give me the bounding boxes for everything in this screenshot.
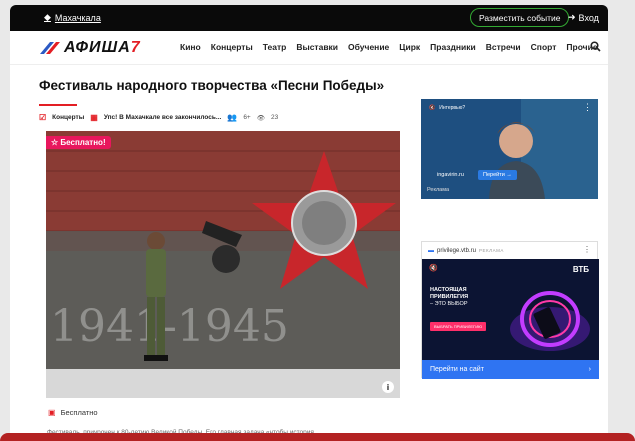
site-logo[interactable]: АФИША7: [38, 39, 141, 57]
login-icon: ➜: [568, 12, 576, 22]
event-meta: ☑ Концерты ▦ Упс! В Махачкале все законч…: [39, 113, 278, 122]
ad-top-line: 🔇 Интервью?: [429, 105, 465, 111]
mute-icon[interactable]: 🔇: [429, 105, 435, 111]
menu-item-concerts[interactable]: Концерты: [211, 42, 253, 52]
category-menu: Кино Концерты Театр Выставки Обучение Ци…: [180, 42, 598, 52]
ad-label: Реклама: [427, 187, 450, 193]
ad-header: ▬ privilege.vtb.ru РЕКЛАМА: [422, 242, 597, 259]
vtb-choose-button[interactable]: ВЫБРАТЬ ПРИВИЛЕГИЮ: [430, 322, 487, 331]
category-icon: ☑: [39, 113, 47, 122]
login-link[interactable]: ➜ Вход: [568, 12, 599, 23]
menu-item-theatre[interactable]: Театр: [263, 42, 287, 52]
age-icon: 👥: [227, 113, 238, 122]
logo-text: АФИША7: [64, 39, 141, 56]
event-photo-image: 1941-1945: [46, 131, 400, 398]
vtb-go-to-site[interactable]: Перейти на сайт ›: [422, 360, 599, 379]
info-icon[interactable]: i: [382, 381, 394, 393]
page-title: Фестиваль народного творчества «Песни По…: [39, 78, 385, 93]
location-icon: ◆: [44, 12, 51, 22]
ad-banner-vtb[interactable]: ▬ privilege.vtb.ru РЕКЛАМА ⋮ 🔇 ВТБ НАСТО…: [421, 241, 599, 379]
vtb-go-label: Перейти на сайт: [430, 366, 484, 373]
price-line: ▣ Бесплатно: [48, 408, 98, 417]
free-badge: ☆ Бесплатно!: [46, 136, 111, 149]
chevron-right-icon: ›: [588, 366, 591, 373]
city-name: Махачкала: [54, 12, 101, 23]
main-nav: АФИША7 Кино Концерты Театр Выставки Обуч…: [10, 31, 608, 65]
menu-item-sport[interactable]: Спорт: [531, 42, 557, 52]
vtb-logo: ВТБ: [572, 265, 589, 274]
event-photo[interactable]: 1941-1945 ☆ Бесплатно! i: [46, 131, 400, 398]
price-text: Бесплатно: [60, 408, 98, 417]
menu-item-exhibitions[interactable]: Выставки: [296, 42, 338, 52]
ad-go-button[interactable]: Перейти →: [478, 170, 517, 180]
menu-item-meetings[interactable]: Встречи: [486, 42, 521, 52]
ad-source[interactable]: privilege.vtb.ru: [437, 248, 476, 254]
place-event-button[interactable]: Разместить событие: [470, 8, 570, 27]
vtb-mini-logo-icon: ▬: [428, 247, 434, 254]
kebab-menu-icon[interactable]: ⋮: [583, 102, 592, 113]
age-rating: 6+: [243, 114, 251, 121]
vtb-banner-art: [422, 259, 599, 360]
event-date: Упс! В Махачкале все закончилось...: [103, 114, 222, 121]
event-category[interactable]: Концерты: [52, 114, 84, 121]
views-icon: 👁: [256, 114, 265, 122]
title-underline: [39, 104, 77, 106]
mute-icon[interactable]: 🔇: [429, 264, 438, 272]
search-icon[interactable]: [590, 41, 601, 52]
top-bar: ◆ Махачкала Разместить событие ➜ Вход: [10, 5, 608, 31]
bottom-overlay-bar[interactable]: [0, 433, 635, 441]
ad-video-frame: [421, 99, 598, 199]
vtb-banner[interactable]: 🔇 ВТБ НАСТОЯЩАЯ ПРИВИЛЕГИЯ – ЭТО ВЫБОР В…: [422, 259, 599, 360]
logo-icon: [40, 42, 60, 54]
menu-item-holidays[interactable]: Праздники: [430, 42, 476, 52]
ad-top-text: Интервью?: [439, 105, 466, 111]
city-selector[interactable]: ◆ Махачкала: [44, 12, 101, 23]
ticket-icon: ▣: [48, 408, 56, 417]
menu-item-circus[interactable]: Цирк: [399, 42, 420, 52]
login-label: Вход: [578, 12, 599, 23]
views-count: 23: [271, 114, 279, 121]
menu-item-kino[interactable]: Кино: [180, 42, 201, 52]
ad-url: ingavirin.ru: [437, 172, 464, 178]
vtb-headline: НАСТОЯЩАЯ ПРИВИЛЕГИЯ – ЭТО ВЫБОР: [430, 287, 469, 307]
ad-label: РЕКЛАМА: [479, 248, 504, 253]
ad-banner-top[interactable]: 🔇 Интервью? ⋮ ingavirin.ru Перейти → Рек…: [421, 99, 598, 199]
photo-years-text: 1941-1945: [50, 301, 289, 352]
menu-item-education[interactable]: Обучение: [348, 42, 389, 52]
page: АФИША7 Кино Концерты Театр Выставки Обуч…: [10, 31, 608, 439]
kebab-menu-icon[interactable]: ⋮: [583, 245, 591, 254]
calendar-icon: ▦: [90, 113, 98, 122]
